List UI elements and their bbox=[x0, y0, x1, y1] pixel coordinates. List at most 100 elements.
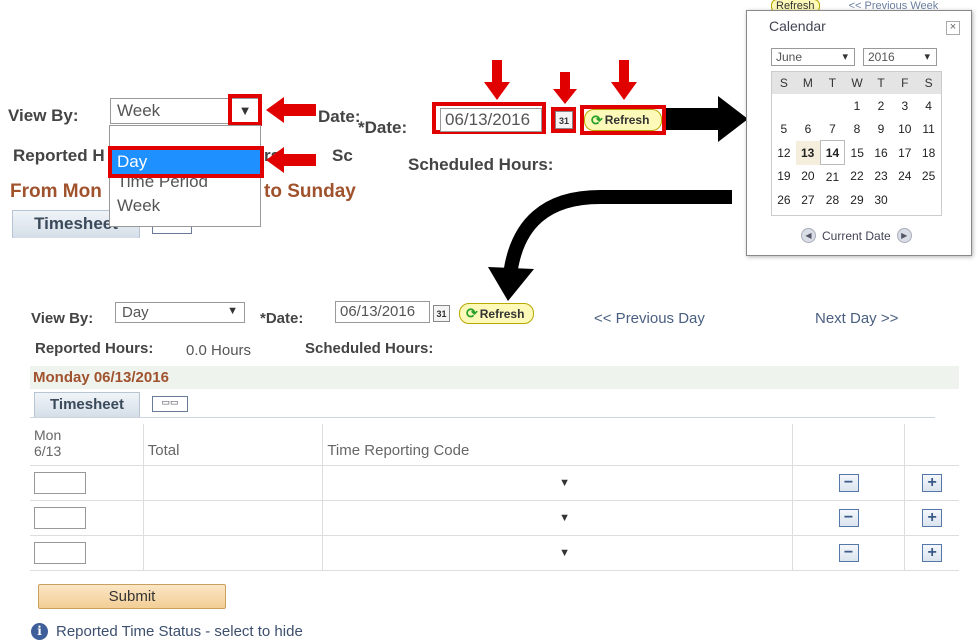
from-monday-text: From Mon bbox=[10, 181, 102, 202]
col-header-total: Total bbox=[142, 424, 323, 466]
hours-input[interactable] bbox=[34, 541, 86, 564]
calendar-day[interactable]: 2 bbox=[869, 94, 893, 117]
chevron-down-icon: ▼ bbox=[238, 102, 252, 118]
calendar-day[interactable]: 27 bbox=[796, 188, 820, 211]
minus-icon[interactable]: − bbox=[838, 543, 859, 562]
calendar-grid-box: S M T W T F S 1 2 3 4 5 6 7 8 9 10 11 12 13 14 15 16 17 18 19 20 21… bbox=[771, 71, 942, 216]
previous-day-link[interactable]: << Previous Day bbox=[594, 310, 705, 327]
calendar-day[interactable]: 15 bbox=[845, 141, 869, 165]
calendar-day[interactable]: 24 bbox=[893, 165, 917, 189]
hours-input[interactable] bbox=[34, 471, 86, 494]
calendar-day[interactable]: 6 bbox=[796, 117, 820, 141]
weekday-header: W bbox=[844, 72, 870, 94]
calendar-day[interactable]: 20 bbox=[796, 165, 820, 189]
option-week[interactable]: Week bbox=[110, 196, 260, 220]
refresh-button-top[interactable]: ⟳ Refresh bbox=[584, 109, 662, 131]
calendar-day[interactable]: 9 bbox=[869, 117, 893, 141]
month-select[interactable]: June ▾ bbox=[771, 48, 855, 66]
calendar-day[interactable]: 17 bbox=[893, 141, 917, 165]
trc-select[interactable]: ▼ bbox=[322, 535, 793, 571]
timesheet-tab-bottom[interactable]: Timesheet bbox=[34, 392, 140, 417]
plus-icon[interactable]: + bbox=[922, 508, 943, 527]
year-value: 2016 bbox=[868, 50, 895, 64]
tab-underline bbox=[30, 417, 935, 418]
current-date-link[interactable]: Current Date bbox=[822, 229, 891, 243]
calendar-day[interactable]: 7 bbox=[820, 117, 845, 141]
calendar-grid: S M T W T F S 1 2 3 4 5 6 7 8 9 10 11 12 13 14 15 16 17 18 19 20 21… bbox=[772, 72, 941, 211]
prev-month-icon[interactable]: ◀ bbox=[801, 228, 816, 243]
scheduled-hours-label-bottom: Scheduled Hours: bbox=[305, 340, 434, 357]
view-by-select-bottom[interactable]: Day ▼ bbox=[115, 302, 245, 323]
to-sunday-text: to Sunday bbox=[264, 181, 356, 202]
trc-select[interactable]: ▼ bbox=[322, 465, 793, 501]
calendar-day[interactable]: 21 bbox=[820, 165, 845, 189]
plus-icon[interactable]: + bbox=[922, 543, 943, 562]
total-cell bbox=[142, 465, 323, 501]
minus-icon[interactable]: − bbox=[838, 473, 859, 492]
refresh-icon: ⟳ bbox=[466, 305, 478, 321]
calendar-day[interactable]: 22 bbox=[845, 165, 869, 189]
close-icon[interactable]: × bbox=[946, 21, 960, 35]
black-curved-arrow-icon bbox=[488, 190, 732, 301]
calendar-day[interactable]: 10 bbox=[893, 117, 917, 141]
refresh-button-bottom[interactable]: ⟳ Refresh bbox=[459, 303, 534, 324]
reported-hours-value: 0.0 Hours bbox=[186, 342, 252, 359]
day-title: Monday 06/13/2016 bbox=[33, 369, 169, 386]
calendar-day[interactable]: 11 bbox=[917, 117, 941, 141]
info-icon: i bbox=[31, 623, 48, 640]
chevron-down-icon: ▼ bbox=[559, 511, 571, 524]
next-day-link[interactable]: Next Day >> bbox=[815, 310, 898, 327]
chevron-down-icon: ▼ bbox=[227, 305, 238, 317]
submit-button[interactable]: Submit bbox=[38, 584, 226, 609]
hours-input[interactable] bbox=[34, 506, 86, 529]
calendar-day bbox=[796, 94, 820, 117]
col-header-minus bbox=[791, 424, 905, 466]
next-month-icon[interactable]: ▶ bbox=[896, 228, 912, 243]
calendar-day[interactable]: 1 bbox=[845, 94, 869, 117]
calendar-day[interactable]: 12 bbox=[772, 141, 796, 165]
weekday-header: S bbox=[916, 72, 941, 94]
calendar-title: Calendar bbox=[769, 18, 826, 34]
plus-icon[interactable]: + bbox=[922, 473, 943, 492]
calendar-day bbox=[820, 94, 845, 117]
calendar-day[interactable]: 19 bbox=[772, 165, 796, 189]
total-cell bbox=[142, 500, 323, 536]
red-arrow-left-icon bbox=[266, 97, 316, 123]
date-label-partial: Date: bbox=[318, 107, 361, 126]
calendar-day[interactable]: 4 bbox=[917, 94, 941, 117]
reported-time-status-row[interactable]: i Reported Time Status - select to hide bbox=[31, 623, 303, 640]
calendar-day[interactable]: 3 bbox=[893, 94, 917, 117]
calendar-day[interactable]: 18 bbox=[917, 141, 941, 165]
calendar-icon-top[interactable]: 31 bbox=[555, 111, 573, 129]
calendar-day[interactable]: 14 bbox=[819, 140, 846, 165]
calendar-day[interactable]: 28 bbox=[820, 188, 845, 211]
timesheet-grid: Mon 6/13 Total Time Reporting Code ▼ − +… bbox=[30, 424, 959, 571]
col-header-day: Mon 6/13 bbox=[30, 424, 144, 466]
red-arrow-down-icon bbox=[484, 60, 510, 100]
grid-view-icon-bottom[interactable]: ▭▭ bbox=[152, 396, 188, 412]
table-row: ▼ − + bbox=[30, 465, 959, 501]
calendar-day[interactable]: 23 bbox=[869, 165, 893, 189]
date-input-bottom[interactable]: 06/13/2016 bbox=[335, 301, 430, 323]
calendar-day[interactable]: 29 bbox=[845, 188, 869, 211]
option-day-highlighted[interactable]: Day bbox=[108, 146, 264, 178]
view-by-value-bottom: Day bbox=[122, 304, 149, 321]
trc-select[interactable]: ▼ bbox=[322, 500, 793, 536]
dropdown-arrow-highlight[interactable]: ▼ bbox=[228, 94, 262, 126]
calendar-day[interactable]: 13 bbox=[795, 140, 821, 165]
calendar-day[interactable]: 16 bbox=[869, 141, 893, 165]
calendar-day[interactable]: 30 bbox=[869, 188, 893, 211]
calendar-day[interactable]: 8 bbox=[845, 117, 869, 141]
minus-icon[interactable]: − bbox=[838, 508, 859, 527]
calendar-day[interactable]: 5 bbox=[772, 117, 796, 141]
reported-hours-label-partial: Reported H bbox=[13, 146, 105, 165]
calendar-day[interactable]: 26 bbox=[772, 188, 796, 211]
red-arrow-down-icon-3 bbox=[611, 60, 637, 100]
calendar-icon-bottom[interactable]: 31 bbox=[433, 305, 450, 322]
year-select[interactable]: 2016 ▾ bbox=[863, 48, 937, 66]
scheduled-label-partial: Sc bbox=[332, 146, 353, 165]
date-input-top[interactable]: 06/13/2016 bbox=[440, 108, 542, 132]
calendar-day[interactable]: 25 bbox=[917, 165, 941, 189]
view-by-label: View By: bbox=[8, 106, 79, 125]
reported-time-status-link[interactable]: Reported Time Status - select to hide bbox=[56, 623, 303, 640]
